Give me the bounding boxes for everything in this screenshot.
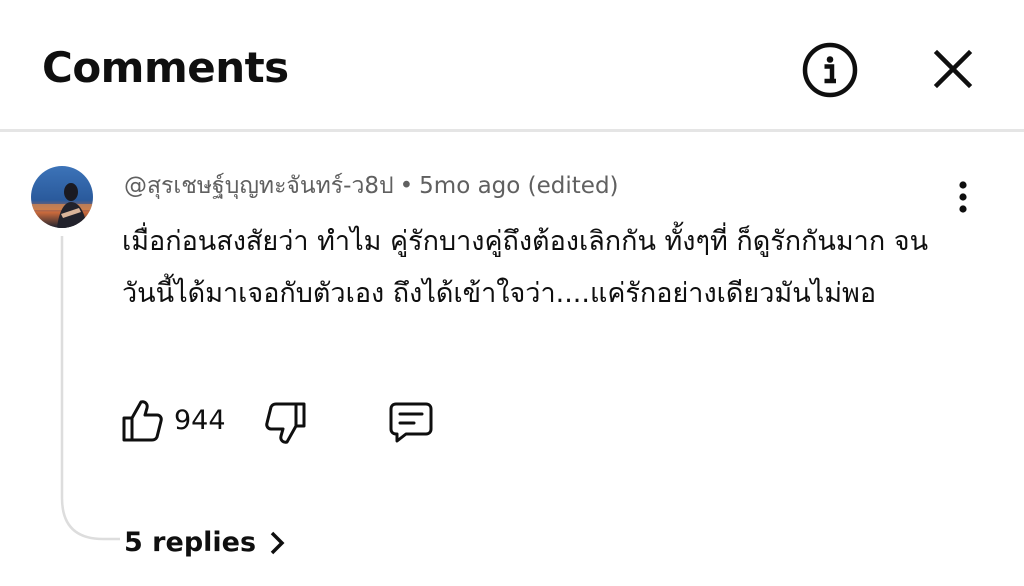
replies-label: 5 replies bbox=[124, 527, 257, 558]
more-options-button[interactable] bbox=[946, 178, 980, 218]
thread-line bbox=[60, 236, 120, 541]
comment-time: 5mo ago (edited) bbox=[419, 173, 619, 199]
close-button[interactable] bbox=[928, 44, 978, 94]
reply-button[interactable] bbox=[388, 400, 434, 444]
more-vertical-icon bbox=[959, 181, 967, 213]
comments-header: Comments bbox=[0, 0, 1024, 130]
view-replies-button[interactable]: 5 replies bbox=[124, 524, 288, 562]
comment-meta: @สุรเชษฐ์บุญทะจันทร์-ว8ป • 5mo ago (edited… bbox=[124, 171, 619, 201]
info-icon bbox=[802, 42, 858, 98]
close-icon bbox=[933, 49, 973, 89]
comment-reply-icon bbox=[389, 402, 433, 443]
comment-actions: 944 bbox=[120, 398, 460, 448]
like-count: 944 bbox=[174, 405, 226, 436]
meta-separator: • bbox=[399, 173, 414, 199]
comment-author[interactable]: @สุรเชษฐ์บุญทะจันทร์-ว8ป bbox=[124, 173, 394, 199]
header-divider bbox=[0, 129, 1024, 132]
dislike-button[interactable] bbox=[264, 400, 308, 446]
thumbs-up-icon bbox=[122, 400, 163, 442]
info-button[interactable] bbox=[801, 41, 859, 99]
avatar[interactable] bbox=[31, 166, 93, 228]
page-title: Comments bbox=[42, 43, 289, 92]
like-button[interactable] bbox=[120, 398, 164, 444]
thumbs-down-icon bbox=[265, 402, 306, 444]
chevron-right-icon bbox=[270, 531, 285, 555]
comment-text: เมื่อก่อนสงสัยว่า ทำไม คู่รักบางคู่ถึงต้… bbox=[122, 226, 929, 309]
